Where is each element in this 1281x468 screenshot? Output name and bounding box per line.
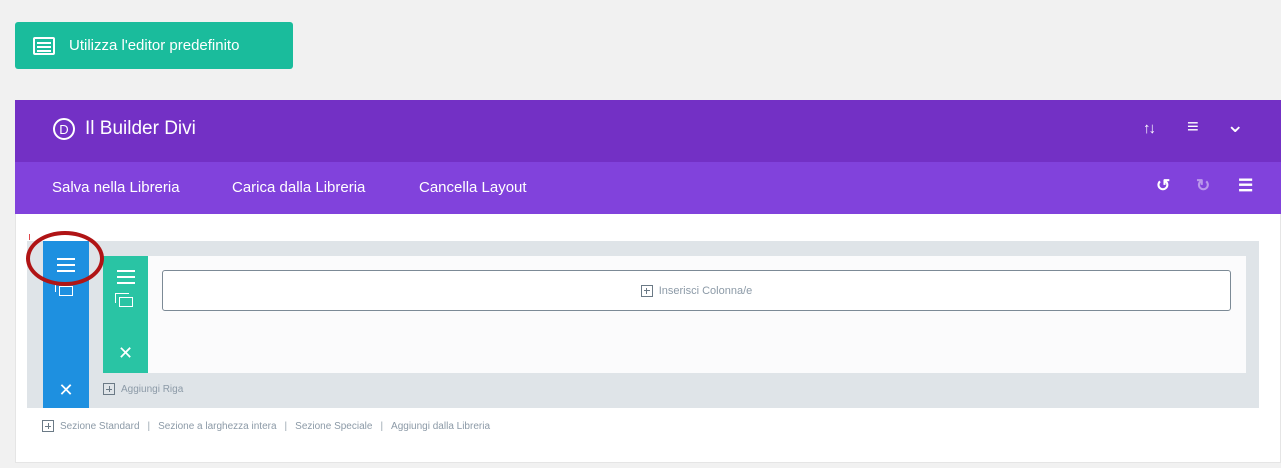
section-delete-icon[interactable]: ✕ [58,381,73,399]
plus-icon [640,284,653,297]
load-from-library-link[interactable]: Carica dalla Libreria [232,179,365,196]
add-row-button[interactable]: Aggiungi Riga [103,383,183,395]
add-from-library-link[interactable]: Aggiungi dalla Libreria [391,421,490,432]
editor-icon [33,36,55,55]
insert-columns-button[interactable]: Inserisci Colonna/e [162,270,1231,311]
full-width-section-link[interactable]: Sezione a larghezza intera [158,421,276,432]
special-section-link[interactable]: Sezione Speciale [295,421,372,432]
insert-columns-label: Inserisci Colonna/e [658,284,753,297]
builder-title-text: Il Builder Divi [85,118,196,139]
row-duplicate-icon[interactable] [114,293,133,307]
insertion-marker [29,234,30,240]
row-menu-icon[interactable] [116,270,135,272]
separator: | [284,420,288,432]
add-row-label: Aggiungi Riga [121,383,184,395]
add-section-links: Sezione Standard | Sezione a larghezza i… [42,420,490,432]
undo-icon[interactable]: ↺ [1156,176,1170,196]
builder-title: D Il Builder Divi [53,118,196,140]
plus-icon [42,420,54,432]
row-delete-icon[interactable]: ✕ [118,344,133,362]
use-default-editor-button[interactable]: Utilizza l'editor predefinito [15,22,293,69]
annotation-highlight-circle [26,231,104,286]
standard-section-link[interactable]: Sezione Standard [60,421,140,432]
builder-header: D Il Builder Divi ↑↓ ≡ ⌄ [15,100,1281,162]
redo-icon[interactable]: ↻ [1196,176,1210,196]
separator: | [147,420,151,432]
save-to-library-link[interactable]: Salva nella Libreria [52,179,180,196]
row-handle[interactable]: ✕ [103,256,148,373]
divi-logo-icon: D [53,118,75,140]
builder-toolbar: Salva nella Libreria Carica dalla Librer… [15,162,1281,214]
use-default-editor-label: Utilizza l'editor predefinito [69,37,240,54]
menu-icon[interactable]: ≡ [1187,116,1199,139]
separator: | [380,420,384,432]
sort-icon[interactable]: ↑↓ [1143,120,1156,137]
section-duplicate-icon[interactable] [55,282,73,296]
chevron-down-icon[interactable]: ⌄ [1226,112,1244,138]
history-icon[interactable]: ☰ [1238,176,1253,196]
plus-icon [103,383,115,395]
clear-layout-link[interactable]: Cancella Layout [419,179,527,196]
